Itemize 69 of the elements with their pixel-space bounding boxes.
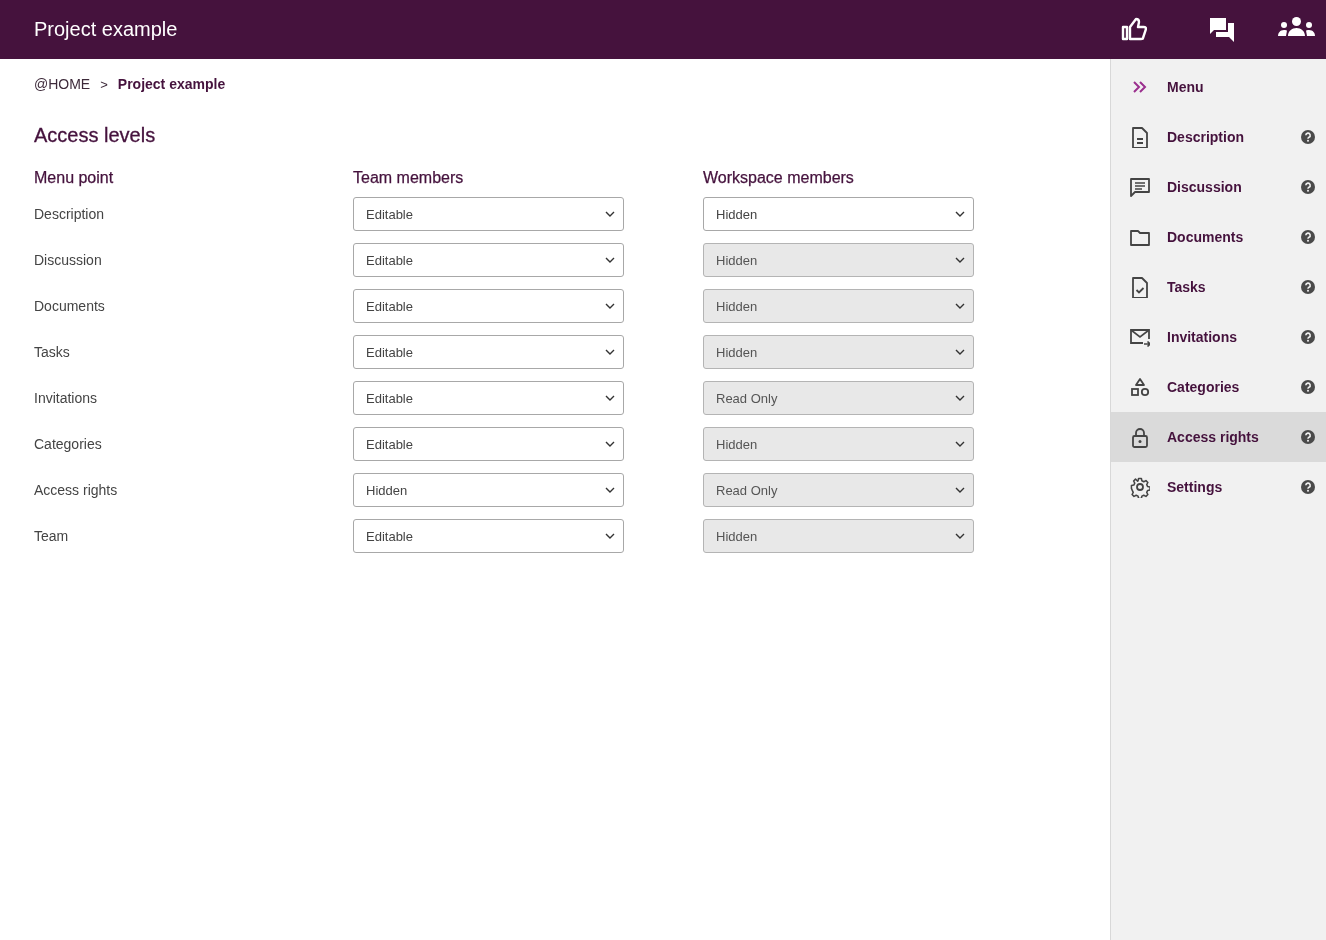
help-icon[interactable]: [1301, 430, 1315, 444]
help-icon[interactable]: [1301, 230, 1315, 244]
chevron-down-icon: [955, 303, 965, 309]
dropdown[interactable]: Editable: [353, 197, 624, 231]
chevron-down-icon: [605, 441, 615, 447]
chevron-down-icon: [605, 395, 615, 401]
menu-point-label: Categories: [34, 436, 103, 452]
chevron-down-icon: [955, 211, 965, 217]
breadcrumb-current: Project example: [117, 76, 226, 92]
group-icon[interactable]: [1277, 17, 1315, 36]
help-icon[interactable]: [1301, 180, 1315, 194]
dropdown[interactable]: Editable: [353, 381, 624, 415]
menu-toggle[interactable]: Menu: [1111, 65, 1326, 109]
dropdown[interactable]: Editable: [353, 243, 624, 277]
chevron-down-icon: [605, 533, 615, 539]
help-icon[interactable]: [1301, 380, 1315, 394]
dropdown[interactable]: Editable: [353, 289, 624, 323]
double-chevron-icon: [1132, 81, 1147, 93]
help-icon[interactable]: [1301, 280, 1315, 294]
chevron-down-icon: [955, 395, 965, 401]
sidebar-item[interactable]: Description: [1111, 112, 1326, 162]
dropdown[interactable]: Hidden: [703, 197, 974, 231]
breadcrumb-link[interactable]: @HOME: [34, 76, 91, 92]
chevron-down-icon: [605, 303, 615, 309]
sidebar-item[interactable]: Documents: [1111, 212, 1326, 262]
menu-point-label: Invitations: [34, 390, 99, 406]
chat-icon[interactable]: [1209, 17, 1235, 42]
help-icon[interactable]: [1301, 480, 1315, 494]
dropdown[interactable]: Editable: [353, 519, 624, 553]
column-header: Team members: [353, 169, 465, 187]
menu-point-label: Documents: [34, 298, 106, 314]
settings-icon: [1129, 476, 1150, 498]
sidebar-item[interactable]: Tasks: [1111, 262, 1326, 312]
menu-point-label: Access rights: [34, 482, 119, 498]
dropdown[interactable]: Editable: [353, 335, 624, 369]
chevron-down-icon: [605, 257, 615, 263]
sidebar-item[interactable]: Discussion: [1111, 162, 1326, 212]
task-document-icon: [1129, 276, 1150, 298]
comment-icon: [1129, 176, 1150, 198]
chevron-down-icon: [605, 349, 615, 355]
mail-arrow-icon: [1129, 326, 1150, 348]
page-heading: Access levels: [34, 124, 157, 147]
document-icon: [1129, 126, 1150, 148]
menu-point-label: Tasks: [34, 344, 71, 360]
sidebar-item[interactable]: Invitations: [1111, 312, 1326, 362]
dropdown[interactable]: Hidden: [353, 473, 624, 507]
chevron-down-icon: [605, 211, 615, 217]
shapes-icon: [1129, 376, 1150, 398]
chevron-down-icon: [955, 533, 965, 539]
sidebar-item[interactable]: Categories: [1111, 362, 1326, 412]
help-icon[interactable]: [1301, 130, 1315, 144]
chevron-down-icon: [605, 487, 615, 493]
column-header: Workspace members: [703, 169, 855, 187]
dropdown[interactable]: Editable: [353, 427, 624, 461]
sidebar-item[interactable]: Settings: [1111, 462, 1326, 512]
padlock-icon: [1129, 426, 1150, 448]
menu-point-label: Description: [34, 206, 106, 222]
chevron-down-icon: [955, 487, 965, 493]
breadcrumb-separator: >: [99, 76, 109, 92]
thumbs-up-icon[interactable]: [1121, 17, 1147, 41]
chevron-down-icon: [955, 441, 965, 447]
chevron-down-icon: [955, 257, 965, 263]
chevron-down-icon: [955, 349, 965, 355]
menu-point-label: Discussion: [34, 252, 103, 268]
menu-point-label: Team: [34, 528, 70, 544]
sidebar-item[interactable]: Access rights: [1111, 412, 1326, 462]
app-title: Project example: [34, 18, 179, 41]
column-header: Menu point: [34, 169, 115, 187]
help-icon[interactable]: [1301, 330, 1315, 344]
